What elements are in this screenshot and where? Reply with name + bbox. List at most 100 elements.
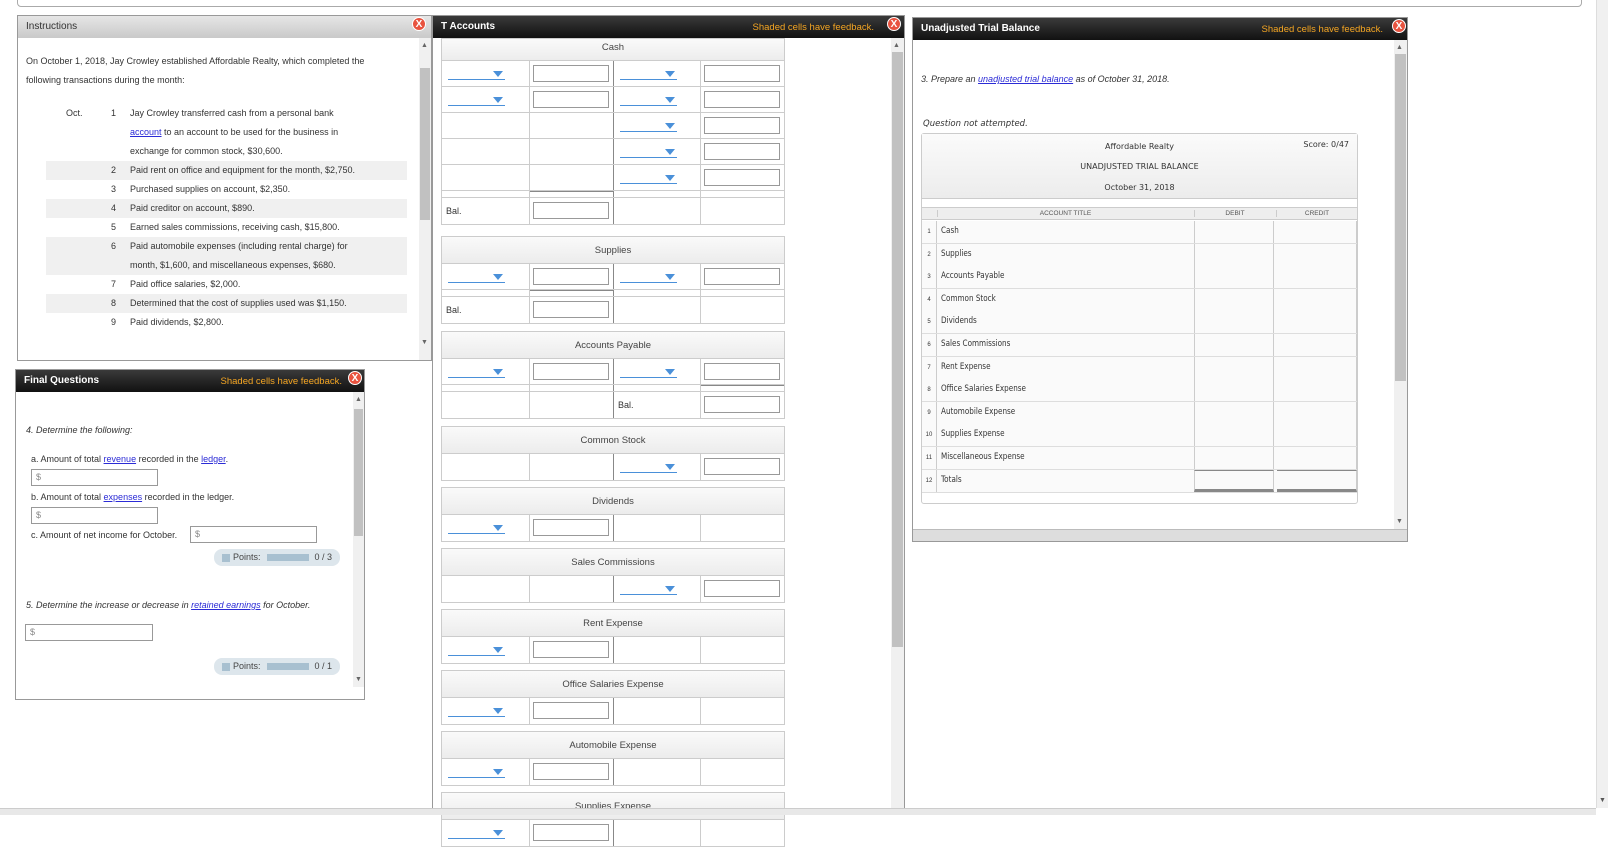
amount-input[interactable]	[533, 702, 609, 719]
entry-dropdown[interactable]	[620, 584, 677, 595]
t-accounts-scrollbar[interactable]: ▲	[891, 38, 904, 815]
credit-input[interactable]	[1277, 221, 1357, 243]
debit-input[interactable]	[1194, 469, 1274, 492]
total-expenses-input[interactable]: $	[31, 507, 158, 524]
scroll-up-icon[interactable]: ▲	[421, 42, 428, 49]
entry-dropdown[interactable]	[448, 645, 505, 656]
scroll-up-icon[interactable]: ▲	[355, 396, 362, 403]
entry-dropdown[interactable]	[448, 706, 505, 717]
entry-dropdown[interactable]	[620, 95, 677, 106]
entry-dropdown[interactable]	[448, 95, 505, 106]
unadjusted-trial-balance-link[interactable]: unadjusted trial balance	[978, 74, 1073, 84]
amount-input[interactable]	[704, 143, 780, 160]
scroll-thumb[interactable]	[354, 409, 363, 536]
entry-dropdown[interactable]	[448, 828, 505, 839]
debit-input[interactable]	[1194, 243, 1274, 266]
final-questions-scrollbar[interactable]: ▲ ▼	[353, 392, 364, 687]
debit-input[interactable]	[1194, 401, 1274, 424]
credit-input[interactable]	[1277, 401, 1357, 424]
entry-dropdown[interactable]	[620, 121, 677, 132]
scroll-down-icon[interactable]: ▼	[1396, 518, 1403, 525]
amount-input[interactable]	[533, 641, 609, 658]
amount-input[interactable]	[704, 580, 780, 597]
amount-input[interactable]	[533, 763, 609, 780]
scroll-up-icon[interactable]: ▲	[1396, 44, 1403, 51]
retained-earnings-input[interactable]: $	[25, 624, 153, 641]
entry-dropdown[interactable]	[448, 767, 505, 778]
debit-input[interactable]	[1194, 288, 1274, 311]
debit-input[interactable]	[1194, 221, 1274, 243]
entry-dropdown[interactable]	[620, 272, 677, 283]
debit-input[interactable]	[1194, 334, 1274, 356]
scroll-thumb[interactable]	[420, 68, 430, 220]
credit-input[interactable]	[1277, 266, 1357, 289]
credit-input[interactable]	[1277, 469, 1357, 492]
amount-input[interactable]	[533, 824, 609, 841]
net-income-input[interactable]: $	[190, 526, 317, 543]
entry-dropdown[interactable]	[620, 147, 677, 158]
amount-input[interactable]	[704, 65, 780, 82]
credit-input[interactable]	[1277, 356, 1357, 379]
credit-input[interactable]	[1277, 424, 1357, 447]
close-final-questions-button[interactable]: X	[348, 371, 362, 385]
entry-dropdown[interactable]	[448, 272, 505, 283]
entry-dropdown[interactable]	[620, 367, 677, 378]
expenses-link[interactable]: expenses	[104, 492, 143, 502]
entry-dropdown[interactable]	[620, 69, 677, 80]
amount-input[interactable]	[704, 363, 780, 380]
amount-input[interactable]	[533, 268, 609, 285]
debit-cell	[530, 385, 614, 391]
amount-input[interactable]	[533, 91, 609, 108]
scroll-thumb[interactable]	[892, 52, 903, 647]
entry-dropdown[interactable]	[620, 173, 677, 184]
amount-input[interactable]	[704, 169, 780, 186]
credit-input[interactable]	[1277, 447, 1357, 469]
debit-input[interactable]	[1194, 311, 1274, 334]
entry-dropdown[interactable]	[448, 367, 505, 378]
ledger-link[interactable]: ledger	[201, 454, 226, 464]
total-revenue-input[interactable]: $	[31, 469, 158, 486]
scroll-down-icon[interactable]: ▼	[421, 339, 428, 346]
scroll-down-icon[interactable]: ▼	[355, 676, 362, 683]
debit-input[interactable]	[1194, 266, 1274, 289]
close-trial-balance-button[interactable]: X	[1392, 19, 1406, 33]
scroll-up-icon[interactable]: ▲	[893, 42, 900, 49]
retained-earnings-link[interactable]: retained earnings	[191, 600, 261, 610]
page-vertical-scrollbar[interactable]: ▼	[1596, 0, 1608, 808]
revenue-link[interactable]: revenue	[104, 454, 137, 464]
debit-input[interactable]	[1194, 424, 1274, 447]
entry-dropdown[interactable]	[448, 69, 505, 80]
page-horizontal-scrollbar[interactable]	[0, 808, 1596, 815]
credit-input[interactable]	[1277, 243, 1357, 266]
amount-input[interactable]	[704, 458, 780, 475]
debit-input[interactable]	[1194, 379, 1274, 402]
t-account: Common Stock	[441, 426, 785, 481]
trial-balance-scrollbar[interactable]: ▲ ▼	[1394, 40, 1407, 529]
entry-dropdown[interactable]	[620, 462, 677, 473]
account-link[interactable]: account	[130, 127, 162, 137]
credit-input[interactable]	[1277, 288, 1357, 311]
scroll-thumb[interactable]	[1395, 54, 1406, 381]
amount-input[interactable]	[533, 202, 609, 219]
amount-input[interactable]	[704, 91, 780, 108]
debit-cell	[442, 385, 530, 391]
close-instructions-button[interactable]: X	[412, 17, 426, 31]
amount-input[interactable]	[704, 117, 780, 134]
debit-input[interactable]	[1194, 447, 1274, 469]
credit-input[interactable]	[1277, 379, 1357, 402]
account-title: Sales Commissions	[941, 339, 1011, 349]
instructions-scrollbar[interactable]: ▲ ▼	[419, 38, 431, 360]
scroll-down-icon[interactable]: ▼	[1599, 797, 1606, 804]
close-t-accounts-button[interactable]: X	[887, 17, 901, 31]
credit-input[interactable]	[1277, 311, 1357, 334]
credit-input[interactable]	[1277, 334, 1357, 356]
debit-input[interactable]	[1194, 356, 1274, 379]
resize-bar[interactable]	[913, 529, 1407, 541]
entry-dropdown[interactable]	[448, 523, 505, 534]
amount-input[interactable]	[704, 396, 780, 413]
amount-input[interactable]	[533, 363, 609, 380]
amount-input[interactable]	[704, 268, 780, 285]
amount-input[interactable]	[533, 301, 609, 318]
amount-input[interactable]	[533, 65, 609, 82]
amount-input[interactable]	[533, 519, 609, 536]
